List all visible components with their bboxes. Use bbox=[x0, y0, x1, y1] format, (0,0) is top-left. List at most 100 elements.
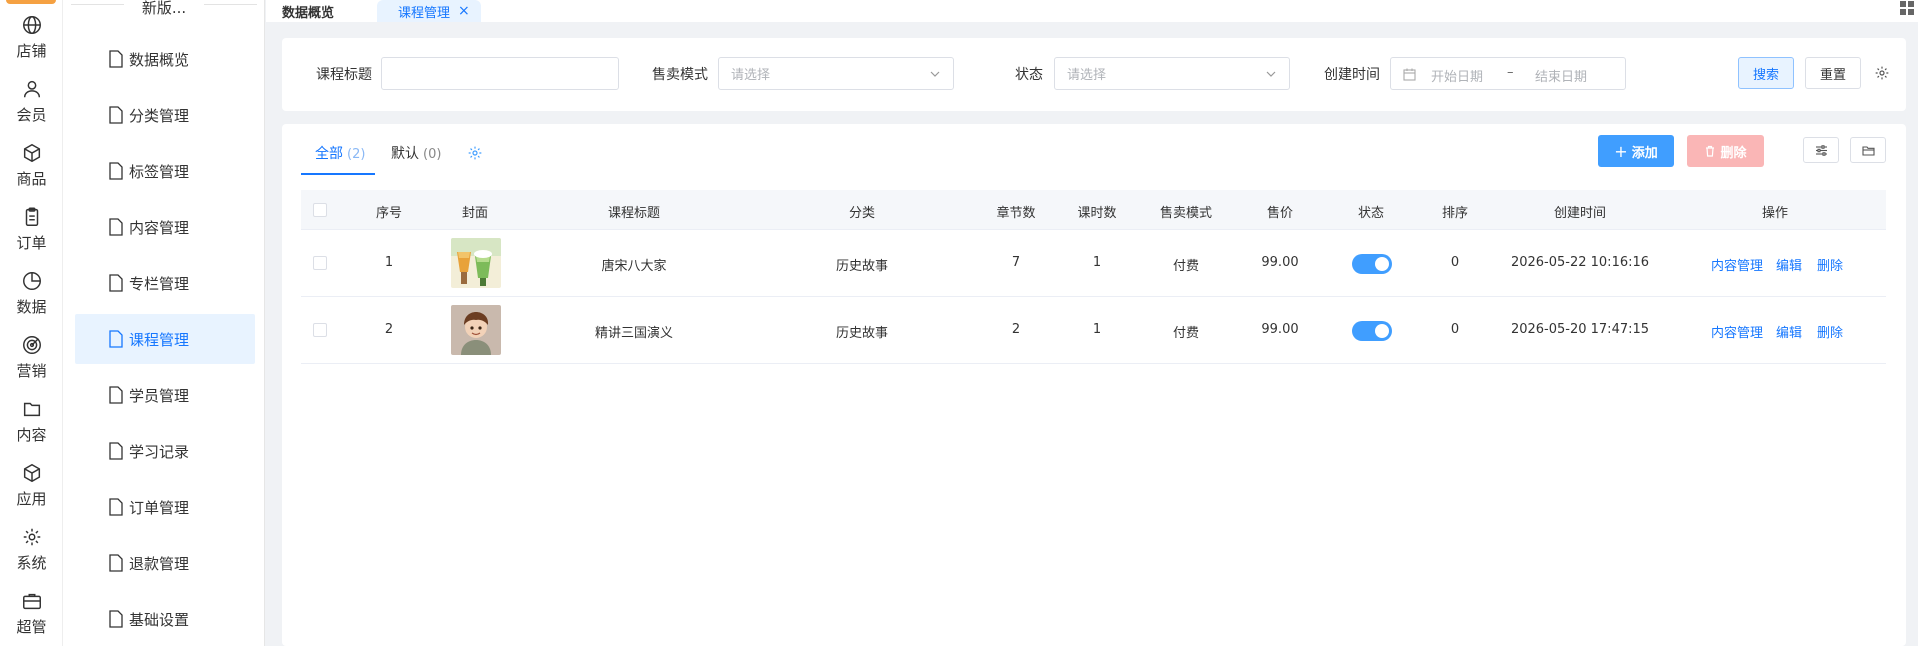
date-range-picker[interactable]: 开始日期 – 结束日期 bbox=[1390, 57, 1626, 90]
column-header: 售卖模式 bbox=[1159, 206, 1213, 221]
document-icon bbox=[109, 554, 123, 572]
rail-item-apps[interactable]: 应用 bbox=[0, 448, 63, 512]
column-header: 序号 bbox=[375, 206, 403, 221]
menu-item-students[interactable]: 学员管理 bbox=[75, 370, 255, 420]
rail-item-member[interactable]: 会员 bbox=[0, 64, 63, 128]
rail-item-system[interactable]: 系统 bbox=[0, 512, 63, 576]
tab-all-label: 全部 bbox=[315, 146, 343, 162]
row-checkbox[interactable] bbox=[313, 323, 327, 337]
filter-settings-button[interactable] bbox=[1803, 137, 1839, 163]
close-icon[interactable]: × bbox=[458, 3, 470, 19]
menu-item-tags[interactable]: 标签管理 bbox=[75, 146, 255, 196]
rail-item-order[interactable]: 订单 bbox=[0, 192, 63, 256]
rail-item-store[interactable]: 店铺 bbox=[0, 0, 63, 64]
select-all-checkbox[interactable] bbox=[313, 203, 327, 217]
boy-cover-image bbox=[451, 305, 501, 355]
globe-icon bbox=[22, 16, 41, 34]
batch-delete-button[interactable]: 删除 bbox=[1687, 135, 1764, 167]
menu-item-label: 分类管理 bbox=[129, 106, 190, 125]
title-filter-label: 课程标题 bbox=[316, 67, 372, 83]
title-filter-input[interactable] bbox=[381, 57, 619, 90]
reset-button[interactable]: 重置 bbox=[1805, 57, 1861, 89]
edit-link[interactable]: 编辑 bbox=[1776, 322, 1802, 341]
gear-icon bbox=[23, 528, 40, 546]
gear-icon[interactable] bbox=[1874, 65, 1890, 81]
column-header: 章节数 bbox=[996, 206, 1036, 221]
price: 99.00 bbox=[1261, 322, 1299, 337]
status-toggle[interactable] bbox=[1352, 254, 1392, 274]
tab-default-count: (0) bbox=[423, 147, 442, 162]
menu-item-settings[interactable]: 基础设置 bbox=[75, 594, 255, 644]
range-separator: – bbox=[1507, 65, 1514, 80]
delete-link[interactable]: 删除 bbox=[1817, 255, 1843, 274]
menu-item-category[interactable]: 分类管理 bbox=[75, 90, 255, 140]
menu-item-study-records[interactable]: 学习记录 bbox=[75, 426, 255, 476]
clipboard-icon bbox=[25, 207, 38, 226]
user-icon bbox=[23, 80, 40, 98]
menu-item-label: 基础设置 bbox=[129, 610, 190, 629]
table-row: 1 唐宋八大家 历史故事 7 1 付费 99.00 0 2026-05-22 1… bbox=[301, 230, 1886, 297]
tab-default-label: 默认 bbox=[391, 146, 419, 162]
add-button[interactable]: + 添加 bbox=[1598, 135, 1674, 167]
rail-label: 应用 bbox=[16, 490, 47, 508]
row-checkbox[interactable] bbox=[313, 256, 327, 270]
tab-overview[interactable]: 数据概览 bbox=[282, 0, 334, 22]
search-panel: 课程标题 售卖模式 请选择 状态 请选择 创建时间 开始日期 – 结束日期 搜索… bbox=[282, 38, 1906, 111]
content-manage-link[interactable]: 内容管理 bbox=[1711, 322, 1763, 341]
folder-button[interactable] bbox=[1850, 137, 1886, 163]
calendar-icon bbox=[1403, 68, 1416, 81]
rail-label: 商品 bbox=[16, 170, 47, 188]
active-tab-indicator bbox=[301, 173, 375, 175]
column-header: 售价 bbox=[1266, 206, 1294, 221]
created-time: 2026-05-20 17:47:15 bbox=[1510, 322, 1650, 337]
rail-label: 内容 bbox=[16, 426, 47, 444]
document-icon bbox=[109, 50, 123, 68]
tab-course-management[interactable]: 课程管理 × bbox=[377, 0, 481, 22]
rail-label: 营销 bbox=[16, 362, 47, 380]
document-icon bbox=[109, 218, 123, 236]
rail-item-marketing[interactable]: 营销 bbox=[0, 320, 63, 384]
plus-icon: + bbox=[1614, 141, 1628, 161]
menu-item-course[interactable]: 课程管理 bbox=[75, 314, 255, 364]
menu-item-overview[interactable]: 数据概览 bbox=[75, 34, 255, 84]
tab-settings-gear-icon[interactable] bbox=[467, 145, 483, 161]
rail-item-superadmin[interactable]: 超管 bbox=[0, 576, 63, 640]
document-icon bbox=[109, 386, 123, 404]
status-toggle[interactable] bbox=[1352, 321, 1392, 341]
menu-item-orders[interactable]: 订单管理 bbox=[75, 482, 255, 532]
tab-all[interactable]: 全部 (2) bbox=[315, 143, 365, 163]
end-date-input[interactable]: 结束日期 bbox=[1535, 66, 1587, 85]
sliders-icon bbox=[1815, 144, 1827, 156]
start-date-input[interactable]: 开始日期 bbox=[1431, 66, 1483, 85]
chevron-down-icon bbox=[930, 71, 940, 77]
chapter-count: 2 bbox=[1011, 322, 1021, 337]
status-filter-placeholder: 请选择 bbox=[1067, 68, 1107, 83]
search-button[interactable]: 搜索 bbox=[1738, 57, 1794, 89]
chapter-count: 7 bbox=[1011, 255, 1021, 270]
column-header: 分类 bbox=[848, 206, 876, 221]
folder-open-icon bbox=[1861, 145, 1875, 156]
rail-label: 数据 bbox=[16, 298, 47, 316]
content-manage-link[interactable]: 内容管理 bbox=[1711, 255, 1763, 274]
mode-filter-placeholder: 请选择 bbox=[731, 68, 771, 83]
rail-label: 会员 bbox=[16, 106, 47, 124]
tab-label: 数据概览 bbox=[282, 5, 335, 21]
status-filter-select[interactable]: 请选择 bbox=[1054, 57, 1290, 90]
column-header: 状态 bbox=[1357, 206, 1385, 221]
menu-item-content[interactable]: 内容管理 bbox=[75, 202, 255, 252]
menu-item-column[interactable]: 专栏管理 bbox=[75, 258, 255, 308]
grid-icon[interactable] bbox=[1900, 1, 1914, 15]
menu-item-label: 学习记录 bbox=[129, 442, 190, 461]
rail-label: 系统 bbox=[16, 554, 47, 572]
column-header: 创建时间 bbox=[1553, 206, 1607, 221]
delete-link[interactable]: 删除 bbox=[1817, 322, 1843, 341]
secondary-menu: 新版... 数据概览 分类管理 标签管理 内容管理 专栏管理 课程管理 学员管理… bbox=[63, 0, 265, 646]
edit-link[interactable]: 编辑 bbox=[1776, 255, 1802, 274]
rail-item-content[interactable]: 内容 bbox=[0, 384, 63, 448]
tab-default[interactable]: 默认 (0) bbox=[391, 143, 441, 163]
document-icon bbox=[109, 106, 123, 124]
rail-item-goods[interactable]: 商品 bbox=[0, 128, 63, 192]
rail-item-data[interactable]: 数据 bbox=[0, 256, 63, 320]
menu-item-refunds[interactable]: 退款管理 bbox=[75, 538, 255, 588]
mode-filter-select[interactable]: 请选择 bbox=[718, 57, 954, 90]
